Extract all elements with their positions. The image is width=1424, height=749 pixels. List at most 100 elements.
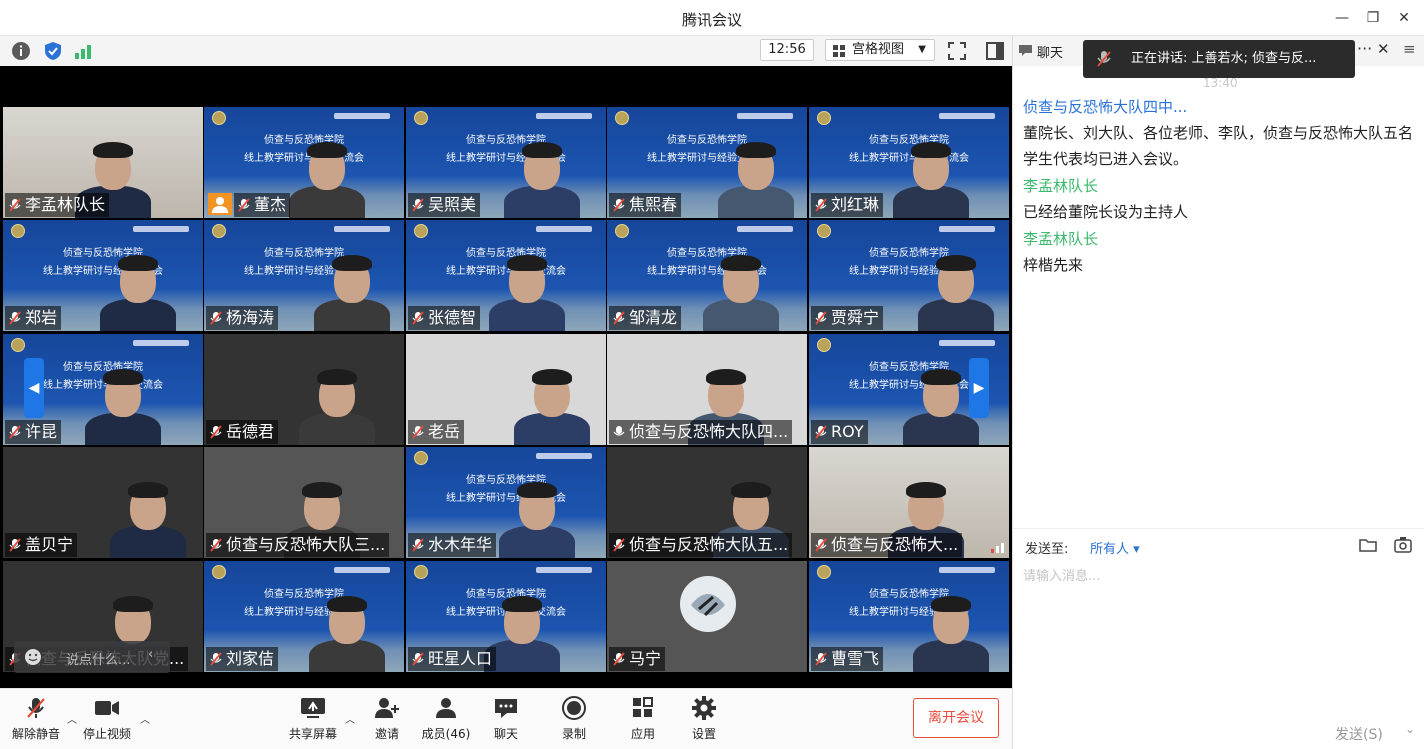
participant-tile[interactable]: 侦查与反恐怖大队三... (204, 447, 404, 558)
participant-name: 旺星人口 (408, 647, 497, 671)
mic-muted-icon (815, 652, 827, 666)
chat-bubble-icon (1019, 45, 1032, 56)
mic-muted-icon (210, 652, 222, 666)
folder-icon[interactable] (1359, 537, 1379, 553)
view-mode-dropdown[interactable]: 宫格视图 ▼ (825, 39, 935, 61)
school-seal-icon (615, 111, 629, 125)
chat-message-sender[interactable]: 李孟林队长 (1023, 173, 1418, 199)
apps-button[interactable]: 应用 (613, 695, 673, 742)
restore-icon[interactable]: ❐ (1362, 7, 1384, 29)
active-speaker-text: 正在讲话: 上善若水; 侦查与反... (1131, 51, 1317, 66)
participant-tile[interactable]: 侦查与反恐怖学院 线上教学研讨与经验交流会 曹雪飞 (809, 561, 1009, 672)
leave-meeting-button[interactable]: 离开会议 (913, 698, 999, 738)
members-button[interactable]: 成员(46) (416, 695, 476, 742)
video-chat-input[interactable]: 说点什么... ‹ (14, 641, 170, 673)
school-logo (334, 567, 390, 573)
participant-tile[interactable]: 侦查与反恐怖学院 线上教学研讨与经验交流会 水木年华 (406, 447, 606, 558)
mic-muted-icon (815, 198, 827, 212)
chat-message-text: 已经给董院长设为主持人 (1023, 203, 1189, 221)
participant-tile[interactable]: 侦查与反恐怖大队四... (607, 334, 807, 445)
apps-icon (633, 697, 653, 717)
more-options-icon[interactable]: ··· (1357, 39, 1372, 58)
invite-label: 邀请 (374, 727, 399, 741)
share-screen-button[interactable]: 共享屏幕 (283, 695, 343, 742)
mic-muted-icon (613, 198, 625, 212)
participant-name-text: 曹雪飞 (831, 649, 880, 668)
emoji-icon[interactable] (24, 648, 42, 666)
prev-page-arrow[interactable]: ◀ (24, 358, 44, 418)
chat-panel-title: 聊天 (1037, 46, 1064, 61)
security-shield-icon[interactable] (42, 40, 64, 62)
sidebar-toggle-icon[interactable] (983, 39, 1007, 63)
camera-icon (95, 701, 119, 715)
participant-tile[interactable]: 侦查与反恐怖学院 线上教学研讨与经验交流会 张德智 (406, 220, 606, 331)
school-seal-icon (11, 224, 25, 238)
close-window-icon[interactable]: ✕ (1393, 7, 1415, 29)
participant-tile[interactable]: 侦查与反恐怖学院 线上教学研讨与经验交流会 郑岩 (3, 220, 203, 331)
participant-name-text: 邹清龙 (629, 308, 678, 327)
collapse-chevron-icon[interactable]: ‹ (148, 647, 153, 662)
chat-message-text: 梓楷先来 (1023, 256, 1084, 274)
participant-name: ROY (811, 420, 868, 444)
participant-tile[interactable]: 盖贝宁 (3, 447, 203, 558)
settings-button[interactable]: 设置 (674, 695, 734, 742)
participant-tile[interactable]: 侦查与反恐怖学院 线上教学研讨与经验交流会 焦熙春 (607, 107, 807, 218)
participant-tile[interactable]: 老岳 (406, 334, 606, 445)
participant-tile[interactable]: 侦查与反恐怖学院 线上教学研讨与经验交流会 刘家佶 (204, 561, 404, 672)
participant-video (108, 466, 188, 558)
unmute-button[interactable]: 解除静音 (6, 695, 66, 742)
info-icon[interactable] (10, 40, 32, 62)
share-options-chevron[interactable]: ︿ (345, 711, 355, 726)
school-logo (737, 226, 793, 232)
menu-icon[interactable]: ≡ (1403, 40, 1416, 58)
next-page-arrow[interactable]: ▶ (969, 358, 989, 418)
chat-button[interactable]: 聊天 (476, 695, 536, 742)
network-signal-icon[interactable] (72, 40, 94, 62)
participant-tile[interactable]: 侦查与反恐怖学院 线上教学研讨与经验交流会 杨海涛 (204, 220, 404, 331)
participant-name: 侦查与反恐怖大队五... (609, 533, 793, 557)
school-logo (939, 226, 995, 232)
participant-tile[interactable]: 岳德君 (204, 334, 404, 445)
audio-options-chevron[interactable]: ︿ (67, 711, 77, 726)
mic-muted-icon (815, 538, 827, 552)
active-speaker-toast: 正在讲话: 上善若水; 侦查与反... (1083, 40, 1355, 78)
mic-muted-icon (412, 652, 424, 666)
participant-tile[interactable]: 侦查与反恐怖学院 线上教学研讨与经验交流会 董杰 (204, 107, 404, 218)
participant-name-text: 岳德君 (226, 422, 275, 441)
participant-name: 岳德君 (206, 420, 279, 444)
participant-tile[interactable]: 马宁 (607, 561, 807, 672)
participant-tile[interactable]: 侦查与反恐怖大队五... (607, 447, 807, 558)
participant-video (83, 353, 163, 445)
participant-tile[interactable]: 侦查与反恐怖大... (809, 447, 1009, 558)
participant-video (911, 580, 991, 672)
send-button[interactable]: 发送(S) (1335, 724, 1383, 744)
mic-muted-icon (815, 311, 827, 325)
send-to-dropdown[interactable]: 所有人 ▾ (1090, 538, 1140, 557)
participant-tile[interactable]: 李孟林队长 (3, 107, 203, 218)
chat-message-sender[interactable]: 李孟林队长 (1023, 226, 1418, 252)
stop-video-button[interactable]: 停止视频 (77, 695, 137, 742)
chat-compose-area: 发送至: 所有人 ▾ 请输入消息... 发送(S) ⌄ (1013, 528, 1424, 749)
video-options-chevron[interactable]: ︿ (140, 711, 150, 726)
mic-muted-icon (613, 311, 625, 325)
school-seal-icon (414, 565, 428, 579)
participant-video (891, 126, 971, 218)
chat-message-input[interactable]: 请输入消息... (1023, 565, 1100, 584)
screenshot-icon[interactable] (1393, 536, 1413, 554)
participant-tile[interactable]: 侦查与反恐怖学院 线上教学研讨与经验交流会 吴照美 (406, 107, 606, 218)
participant-tile[interactable]: 侦查与反恐怖学院线上教学研讨与经验交流会旺星人口 (406, 561, 606, 672)
school-seal-icon (817, 111, 831, 125)
participant-name: 吴照美 (408, 193, 481, 217)
participant-name-text: 许昆 (25, 422, 58, 441)
participant-tile[interactable]: 侦查与反恐怖学院 线上教学研讨与经验交流会 贾舜宁 (809, 220, 1009, 331)
record-button[interactable]: 录制 (544, 695, 604, 742)
close-chat-icon[interactable]: ✕ (1377, 40, 1390, 58)
fullscreen-icon[interactable] (945, 39, 969, 63)
members-icon (436, 698, 456, 718)
chat-message-sender[interactable]: 侦查与反恐怖大队四中... (1023, 94, 1418, 120)
participant-tile[interactable]: 侦查与反恐怖学院 线上教学研讨与经验交流会 刘红琳 (809, 107, 1009, 218)
minimize-icon[interactable]: — (1331, 7, 1353, 29)
send-options-chevron[interactable]: ⌄ (1405, 722, 1415, 736)
participant-tile[interactable]: 侦查与反恐怖学院 线上教学研讨与经验交流会 邹清龙 (607, 220, 807, 331)
invite-button[interactable]: 邀请 (357, 695, 417, 742)
